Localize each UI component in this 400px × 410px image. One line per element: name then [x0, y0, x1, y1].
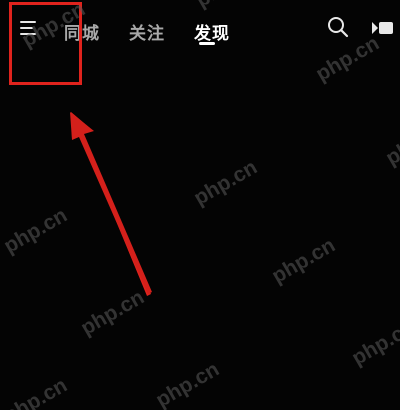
app-screen: 同城 关注 发现 php.cn php.cn php.cn php.cn php… [0, 0, 400, 410]
annotation-arrow [70, 112, 152, 296]
